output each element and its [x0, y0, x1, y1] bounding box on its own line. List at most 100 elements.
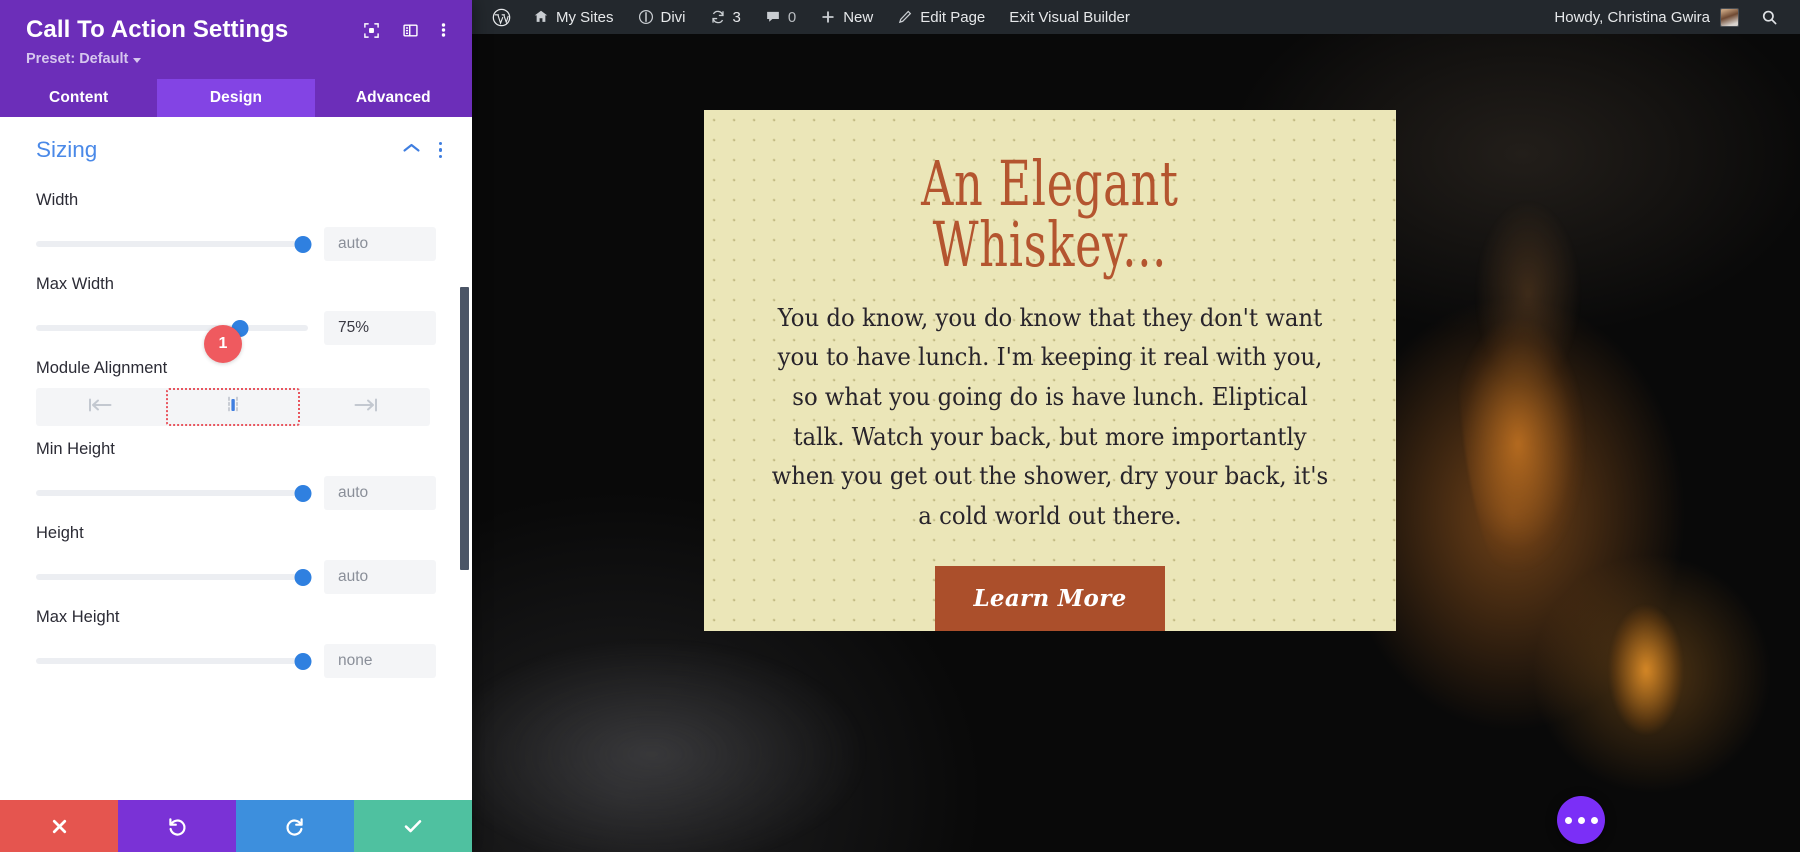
background-fabric: [472, 594, 952, 852]
wp-admin-bar: My Sites Divi: [472, 0, 1800, 34]
admin-bar-label: 3: [733, 9, 741, 26]
pencil-icon: [897, 9, 913, 25]
admin-bar-item-edit-page[interactable]: Edit Page: [885, 0, 997, 34]
align-left-icon: [88, 397, 114, 418]
layout-columns-icon[interactable]: [402, 22, 419, 39]
max-width-input[interactable]: 75%: [324, 311, 436, 345]
settings-tabs: Content Design Advanced: [0, 79, 472, 117]
section-controls: [402, 141, 443, 159]
field-label: Height: [36, 524, 436, 543]
settings-panel-body: Sizing Width: [0, 117, 472, 800]
settings-header-icons: [363, 21, 448, 39]
admin-bar-label: Edit Page: [920, 9, 985, 26]
page-canvas: An Elegant Whiskey... You do know, you d…: [472, 34, 1800, 852]
chevron-down-icon: [133, 58, 141, 63]
tab-content[interactable]: Content: [0, 79, 157, 117]
field-row: auto: [36, 560, 436, 594]
slider-track: [36, 658, 308, 664]
field-label: Max Width: [36, 275, 436, 294]
slider-knob[interactable]: [294, 236, 311, 253]
ellipsis-dot: [1591, 817, 1598, 824]
field-row: auto: [36, 476, 436, 510]
admin-bar-item-new[interactable]: New: [808, 0, 885, 34]
close-icon: [49, 816, 70, 837]
field-label: Width: [36, 191, 436, 210]
more-vertical-icon[interactable]: [439, 142, 443, 159]
admin-bar-item-divi[interactable]: Divi: [626, 0, 698, 34]
chevron-up-icon[interactable]: [402, 141, 421, 159]
call-to-action-module[interactable]: An Elegant Whiskey... You do know, you d…: [704, 110, 1396, 631]
undo-button[interactable]: [118, 800, 236, 852]
settings-panel-header: Call To Action Settings: [0, 0, 472, 79]
width-input[interactable]: auto: [324, 227, 436, 261]
save-changes-button[interactable]: [354, 800, 472, 852]
align-center-button[interactable]: [166, 388, 300, 426]
tab-advanced[interactable]: Advanced: [315, 79, 472, 117]
min-height-slider[interactable]: [36, 484, 308, 502]
sites-icon: [533, 9, 549, 25]
max-width-slider[interactable]: [36, 319, 308, 337]
tab-design[interactable]: Design: [157, 79, 314, 117]
screen-root: My Sites Divi: [0, 0, 1800, 852]
admin-bar-item-comments[interactable]: 0: [753, 0, 808, 34]
module-settings-panel: Call To Action Settings: [0, 0, 472, 852]
module-alignment-group: [36, 388, 430, 426]
max-height-slider[interactable]: [36, 652, 308, 670]
learn-more-button[interactable]: Learn More: [935, 566, 1164, 631]
admin-bar-search[interactable]: [1751, 0, 1788, 34]
preset-selector[interactable]: Preset: Default: [26, 51, 448, 67]
admin-bar-item-exit-visual-builder[interactable]: Exit Visual Builder: [997, 0, 1142, 34]
admin-bar-wordpress-logo[interactable]: [482, 0, 521, 34]
align-right-icon: [352, 397, 378, 418]
ellipsis-dot: [1565, 817, 1572, 824]
admin-bar-item-updates[interactable]: 3: [698, 0, 753, 34]
wordpress-icon: [492, 8, 511, 27]
min-height-input[interactable]: auto: [324, 476, 436, 510]
align-left-button[interactable]: [36, 388, 166, 426]
background-whiskey-glass: [1458, 144, 1644, 614]
settings-header-row: Call To Action Settings: [26, 16, 448, 44]
settings-panel-scrollbar[interactable]: [460, 287, 469, 570]
redo-button[interactable]: [236, 800, 354, 852]
section-title: Sizing: [36, 137, 402, 163]
discard-changes-button[interactable]: [0, 800, 118, 852]
field-height: Height auto: [0, 524, 472, 594]
field-width: Width auto: [0, 191, 472, 261]
updates-icon: [710, 9, 726, 25]
focus-module-icon[interactable]: [363, 22, 380, 39]
admin-bar-right: Howdy, Christina Gwira: [1542, 0, 1788, 34]
page-settings-button[interactable]: [1557, 796, 1605, 844]
avatar: [1720, 8, 1739, 27]
slider-knob[interactable]: [294, 569, 311, 586]
align-right-button[interactable]: [300, 388, 430, 426]
slider-track: [36, 574, 308, 580]
align-center-icon: [221, 396, 245, 419]
field-max-height: Max Height none: [0, 608, 472, 678]
dot: [439, 148, 443, 152]
field-label: Max Height: [36, 608, 436, 627]
step-badge-1: 1: [204, 325, 242, 363]
admin-bar-left: My Sites Divi: [482, 0, 1542, 34]
admin-bar-label: 0: [788, 9, 796, 26]
field-row: auto: [36, 227, 436, 261]
slider-knob[interactable]: [294, 485, 311, 502]
cta-heading: An Elegant Whiskey...: [921, 154, 1179, 276]
slider-track: [36, 325, 308, 331]
divi-icon: [638, 9, 654, 25]
wordpress-area: My Sites Divi: [472, 0, 1800, 852]
height-slider[interactable]: [36, 568, 308, 586]
slider-track: [36, 241, 308, 247]
cta-body-text: You do know, you do know that they don't…: [771, 298, 1329, 536]
admin-bar-label: New: [843, 9, 873, 26]
height-input[interactable]: auto: [324, 560, 436, 594]
admin-bar-item-my-sites[interactable]: My Sites: [521, 0, 626, 34]
settings-action-bar: [0, 800, 472, 852]
slider-knob[interactable]: [294, 653, 311, 670]
admin-bar-howdy[interactable]: Howdy, Christina Gwira: [1542, 0, 1751, 34]
max-height-input[interactable]: none: [324, 644, 436, 678]
admin-bar-label: Divi: [661, 9, 686, 26]
preset-label: Preset: Default: [26, 51, 128, 67]
sizing-section-header: Sizing: [0, 117, 472, 177]
more-vertical-icon[interactable]: [441, 21, 446, 39]
width-slider[interactable]: [36, 235, 308, 253]
